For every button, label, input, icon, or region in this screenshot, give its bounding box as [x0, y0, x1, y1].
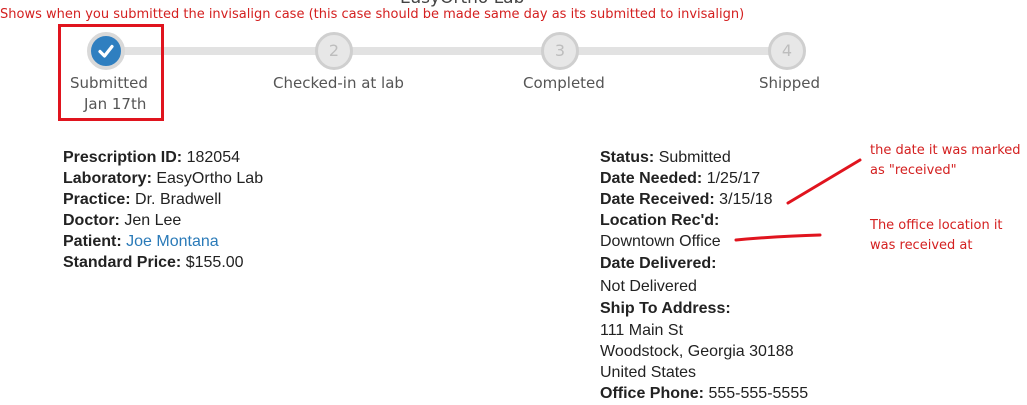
- annotation-received-line2: as "received": [870, 163, 957, 178]
- annotation-marks: [734, 158, 862, 242]
- annotation-location-line1: The office location it: [870, 218, 1003, 233]
- annotation-received-line1: the date it was marked: [870, 143, 1021, 158]
- annotation-location-line2: was received at: [870, 238, 973, 253]
- annotation-received-note: the date it was marked as "received": [870, 141, 1021, 181]
- annotation-location-note: The office location it was received at: [870, 216, 1003, 256]
- annotation-line-location: [734, 233, 822, 242]
- annotation-line-received: [786, 158, 862, 205]
